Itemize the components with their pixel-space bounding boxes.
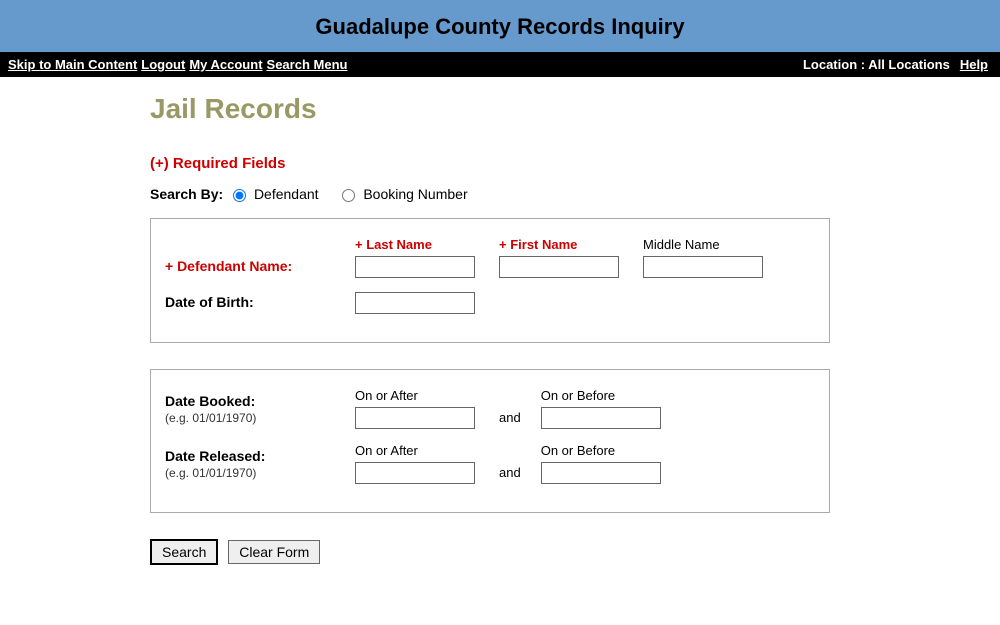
- booked-before-input[interactable]: [541, 407, 661, 429]
- search-button[interactable]: Search: [150, 539, 218, 565]
- first-name-label: + First Name: [499, 237, 619, 252]
- booked-before-group: On or Before: [541, 388, 661, 429]
- middle-name-group: Middle Name: [643, 237, 763, 278]
- nav-my-account-link[interactable]: My Account: [189, 57, 262, 72]
- nav-logout-link[interactable]: Logout: [141, 57, 185, 72]
- dob-input[interactable]: [355, 292, 475, 314]
- released-before-input[interactable]: [541, 462, 661, 484]
- defendant-box: + Defendant Name: + Last Name + First Na…: [150, 218, 830, 343]
- button-row: Search Clear Form: [150, 539, 990, 565]
- navbar: Skip to Main Content Logout My Account S…: [0, 52, 1000, 77]
- released-after-group: On or After: [355, 443, 475, 484]
- last-name-input[interactable]: [355, 256, 475, 278]
- booked-and: and: [499, 410, 541, 429]
- date-released-example: (e.g. 01/01/1970): [165, 466, 355, 480]
- main-content: Jail Records (+) Required Fields Search …: [150, 77, 990, 585]
- search-by-row: Search By: Defendant Booking Number: [150, 186, 990, 202]
- date-booked-row: Date Booked: (e.g. 01/01/1970) On or Aft…: [165, 388, 815, 429]
- released-after-input[interactable]: [355, 462, 475, 484]
- clear-form-button[interactable]: Clear Form: [228, 540, 320, 564]
- defendant-name-row: + Defendant Name: + Last Name + First Na…: [165, 237, 815, 278]
- last-name-group: + Last Name: [355, 237, 475, 278]
- date-box: Date Booked: (e.g. 01/01/1970) On or Aft…: [150, 369, 830, 513]
- released-before-label: On or Before: [541, 443, 661, 458]
- nav-skip-link[interactable]: Skip to Main Content: [8, 57, 137, 72]
- booked-after-label: On or After: [355, 388, 475, 403]
- defendant-name-label: + Defendant Name:: [165, 258, 355, 278]
- last-name-label: + Last Name: [355, 237, 475, 252]
- search-by-booking-label[interactable]: Booking Number: [363, 186, 467, 202]
- booked-after-input[interactable]: [355, 407, 475, 429]
- first-name-input[interactable]: [499, 256, 619, 278]
- date-booked-label: Date Booked:: [165, 393, 255, 409]
- middle-name-label: Middle Name: [643, 237, 763, 252]
- date-released-label: Date Released:: [165, 448, 265, 464]
- nav-left: Skip to Main Content Logout My Account S…: [8, 57, 351, 72]
- nav-right: Location : All Locations Help: [803, 57, 992, 72]
- date-booked-label-col: Date Booked: (e.g. 01/01/1970): [165, 393, 355, 429]
- date-released-row: Date Released: (e.g. 01/01/1970) On or A…: [165, 443, 815, 484]
- page-heading: Jail Records: [150, 93, 990, 125]
- date-released-label-col: Date Released: (e.g. 01/01/1970): [165, 448, 355, 484]
- banner-title: Guadalupe County Records Inquiry: [315, 14, 684, 39]
- search-by-defendant-radio[interactable]: [233, 189, 246, 202]
- search-by-booking-radio[interactable]: [342, 189, 355, 202]
- booked-after-group: On or After: [355, 388, 475, 429]
- date-booked-example: (e.g. 01/01/1970): [165, 411, 355, 425]
- dob-row: Date of Birth:: [165, 292, 815, 314]
- booked-before-label: On or Before: [541, 388, 661, 403]
- middle-name-input[interactable]: [643, 256, 763, 278]
- required-fields-note: (+) Required Fields: [150, 155, 990, 172]
- dob-label: Date of Birth:: [165, 294, 355, 314]
- nav-location-label: Location : All Locations: [803, 57, 950, 72]
- released-before-group: On or Before: [541, 443, 661, 484]
- released-after-label: On or After: [355, 443, 475, 458]
- search-by-defendant-label[interactable]: Defendant: [254, 186, 319, 202]
- released-and: and: [499, 465, 541, 484]
- nav-help-link[interactable]: Help: [960, 57, 988, 72]
- dob-group: [355, 292, 475, 314]
- banner: Guadalupe County Records Inquiry: [0, 0, 1000, 52]
- nav-search-menu-link[interactable]: Search Menu: [267, 57, 348, 72]
- first-name-group: + First Name: [499, 237, 619, 278]
- search-by-label: Search By:: [150, 186, 223, 202]
